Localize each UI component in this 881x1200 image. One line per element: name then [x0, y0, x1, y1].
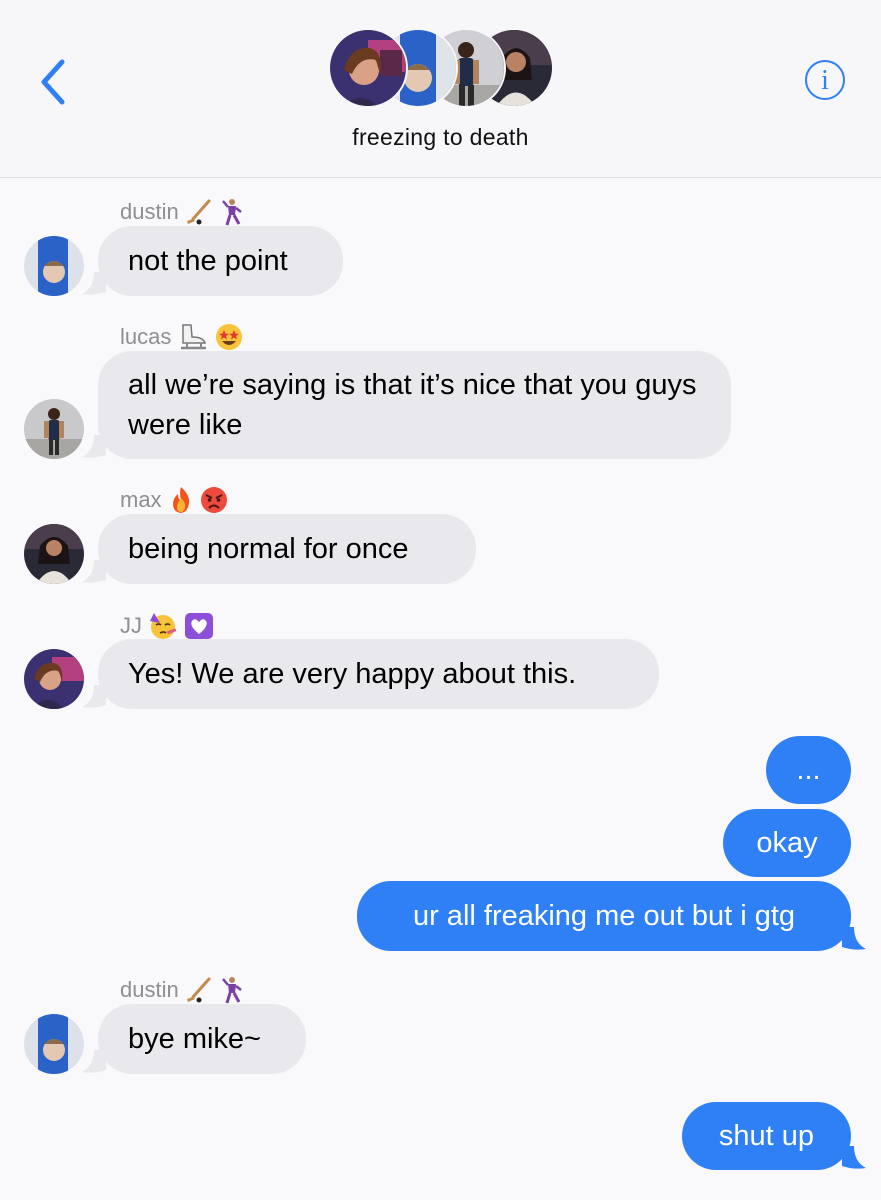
avatar-lucas[interactable] — [24, 399, 84, 459]
sender-name: max — [120, 486, 228, 514]
sender-label: dustin — [120, 199, 179, 224]
avatar-dustin[interactable] — [24, 236, 84, 296]
sender-name: JJ — [120, 611, 214, 641]
sender-name: dustin — [120, 976, 245, 1004]
group-avatar-stack[interactable] — [328, 28, 554, 110]
info-icon: i — [821, 65, 829, 96]
sender-label: dustin — [120, 977, 179, 1002]
dancing-man-icon — [219, 198, 245, 226]
conversation-header: freezing to death i — [0, 0, 881, 178]
avatar-jj[interactable] — [24, 649, 84, 709]
ice-skate-icon — [177, 323, 209, 351]
message-bubble-outgoing[interactable]: ur all freaking me out but i gtg — [357, 881, 851, 951]
sender-label: JJ — [120, 613, 142, 638]
message-bubble-incoming[interactable]: all we’re saying is that it’s nice that … — [98, 351, 731, 459]
fire-icon — [168, 486, 194, 514]
chevron-left-icon — [41, 59, 65, 105]
bubble-tail — [842, 927, 866, 950]
back-button[interactable] — [34, 54, 78, 110]
bubble-tail — [842, 1146, 866, 1169]
message-bubble-outgoing[interactable]: okay — [723, 809, 851, 877]
message-bubble-incoming[interactable]: being normal for once — [98, 514, 476, 584]
hockey-stick-icon — [185, 199, 213, 225]
sender-label: lucas — [120, 324, 172, 349]
sender-label: max — [120, 487, 162, 512]
message-bubble-incoming[interactable]: not the point — [98, 226, 343, 296]
message-bubble-outgoing[interactable]: shut up — [682, 1102, 851, 1170]
sender-name: lucas — [120, 323, 243, 351]
message-bubble-incoming[interactable]: Yes! We are very happy about this. — [98, 639, 659, 709]
avatar-dustin[interactable] — [24, 1014, 84, 1074]
group-avatar-1 — [328, 28, 408, 108]
angry-face-icon — [200, 486, 228, 514]
message-bubble-incoming[interactable]: bye mike~ — [98, 1004, 306, 1074]
info-button[interactable]: i — [805, 60, 845, 100]
partying-face-icon — [148, 611, 178, 641]
hockey-stick-icon — [185, 977, 213, 1003]
white-heart-icon — [184, 612, 214, 640]
dancing-man-icon — [219, 976, 245, 1004]
star-struck-icon — [215, 323, 243, 351]
group-name[interactable]: freezing to death — [0, 124, 881, 151]
message-bubble-outgoing[interactable]: ... — [766, 736, 851, 804]
sender-name: dustin — [120, 198, 245, 226]
avatar-max[interactable] — [24, 524, 84, 584]
